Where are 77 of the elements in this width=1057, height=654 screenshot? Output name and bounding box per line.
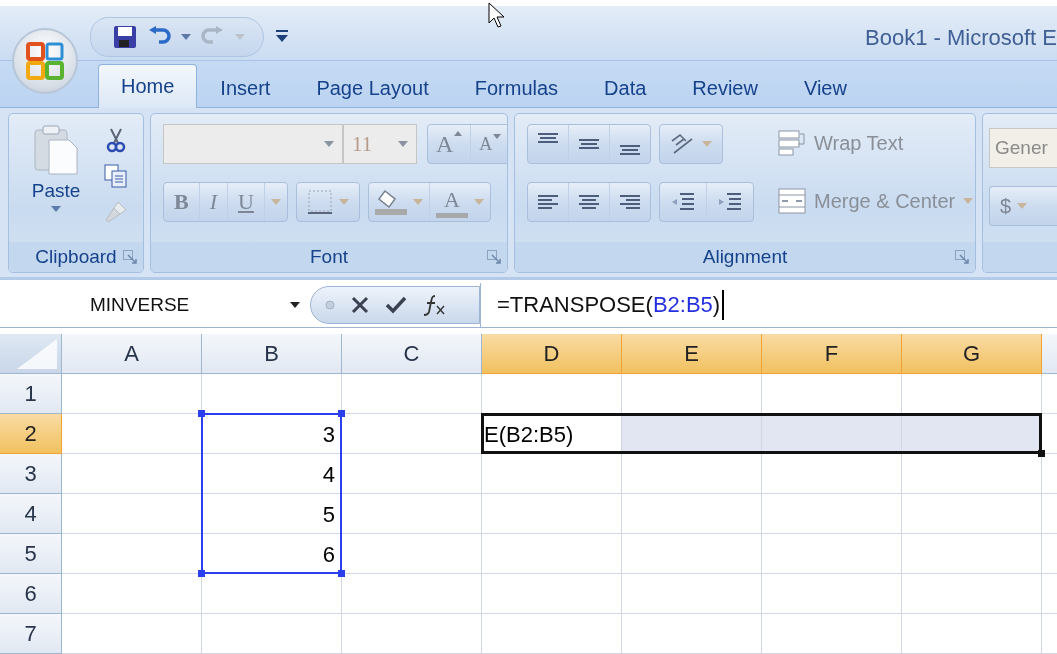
ribbon-tab[interactable]: Review — [669, 68, 781, 109]
dropdown-arrow-icon — [398, 141, 408, 148]
align-icon — [538, 195, 558, 210]
column-header[interactable]: D — [482, 334, 622, 374]
table-cell-text: 4 — [321, 460, 336, 489]
paint-bucket-icon — [374, 189, 407, 216]
cancel-button[interactable] — [351, 296, 369, 314]
group-label: Font — [310, 246, 348, 268]
brush-icon — [104, 200, 128, 225]
row-header[interactable]: 6 — [0, 574, 62, 614]
corner-triangle-icon — [17, 339, 57, 369]
dropdown-arrow-icon — [1017, 203, 1028, 210]
ribbon-tab[interactable]: Page Layout — [293, 68, 452, 109]
dropdown-arrow-icon — [473, 199, 484, 206]
formula-field[interactable]: =TRANSPOSE(B2:B5) — [480, 283, 1057, 327]
scissors-icon — [106, 127, 126, 154]
dropdown-arrow-icon — [702, 141, 712, 148]
group-label: Clipboard — [35, 246, 117, 268]
insert-function-button[interactable] — [423, 294, 447, 316]
group-label: Alignment — [702, 246, 788, 268]
column-header-strip — [1042, 334, 1057, 374]
dropdown-arrow-icon — [324, 141, 334, 148]
row-header[interactable]: 5 — [0, 534, 62, 574]
save-button[interactable] — [113, 24, 137, 49]
caret-down-icon — [493, 133, 502, 139]
table-cell-text: 6 — [321, 540, 336, 569]
ribbon-tab[interactable]: Data — [581, 68, 670, 109]
column-header[interactable]: B — [202, 334, 342, 374]
merge-cells-icon — [778, 188, 806, 215]
customize-toolbar-button[interactable] — [276, 29, 288, 44]
column-header[interactable]: C — [342, 334, 482, 374]
column-header[interactable]: A — [62, 334, 202, 374]
table-cell-text: 3 — [321, 420, 336, 449]
align-icon — [579, 139, 599, 150]
table-cell-text: E(B2:B5) — [483, 420, 575, 449]
function-icon — [423, 294, 447, 316]
font-name-field[interactable] — [163, 124, 343, 165]
dropdown-arrow-icon — [235, 33, 245, 40]
enter-button[interactable] — [385, 296, 407, 314]
row-header[interactable]: 1 — [0, 374, 62, 414]
color-bar-icon — [435, 212, 468, 218]
ribbon-tab[interactable]: Formulas — [451, 68, 582, 109]
row-header[interactable]: 7 — [0, 614, 62, 654]
column-header[interactable]: F — [762, 334, 902, 374]
borders-icon — [306, 190, 333, 215]
align-icon — [538, 133, 558, 144]
customize-icon — [276, 29, 288, 44]
dropdown-arrow-icon — [270, 199, 281, 206]
window-title: Book1 - Microsoft E — [865, 24, 1057, 51]
dropdown-arrow-icon — [290, 302, 300, 308]
row-header[interactable]: 3 — [0, 454, 62, 494]
paste-button[interactable]: Paste — [21, 124, 91, 242]
row-header[interactable]: 4 — [0, 494, 62, 534]
ribbon-tab[interactable]: Home — [98, 64, 198, 109]
copy-icon — [104, 164, 128, 189]
align-icon — [579, 195, 599, 210]
ribbon-tab[interactable]: View — [780, 68, 870, 109]
dropdown-arrow-icon — [963, 198, 974, 205]
dropdown-arrow-icon — [181, 33, 191, 40]
align-icon — [620, 145, 640, 156]
dropdown-arrow-icon — [338, 199, 349, 206]
office-logo-icon — [25, 41, 65, 81]
dropdown-arrow-icon — [412, 199, 423, 206]
column-header[interactable]: G — [902, 334, 1042, 374]
grip-icon — [325, 300, 335, 310]
wrap-text-icon — [778, 130, 806, 157]
align-icon — [620, 195, 640, 210]
row-header[interactable]: 2 — [0, 414, 62, 454]
dropdown-arrow-icon — [51, 206, 61, 213]
close-icon — [351, 296, 369, 314]
name-box[interactable]: MINVERSE — [0, 283, 310, 327]
ribbon-tab[interactable]: Insert — [197, 68, 294, 109]
clipboard-icon — [33, 124, 79, 177]
checkmark-icon — [385, 296, 407, 314]
table-cell-text: 5 — [321, 500, 336, 529]
caret-up-icon — [454, 130, 463, 136]
column-header[interactable]: E — [622, 334, 762, 374]
